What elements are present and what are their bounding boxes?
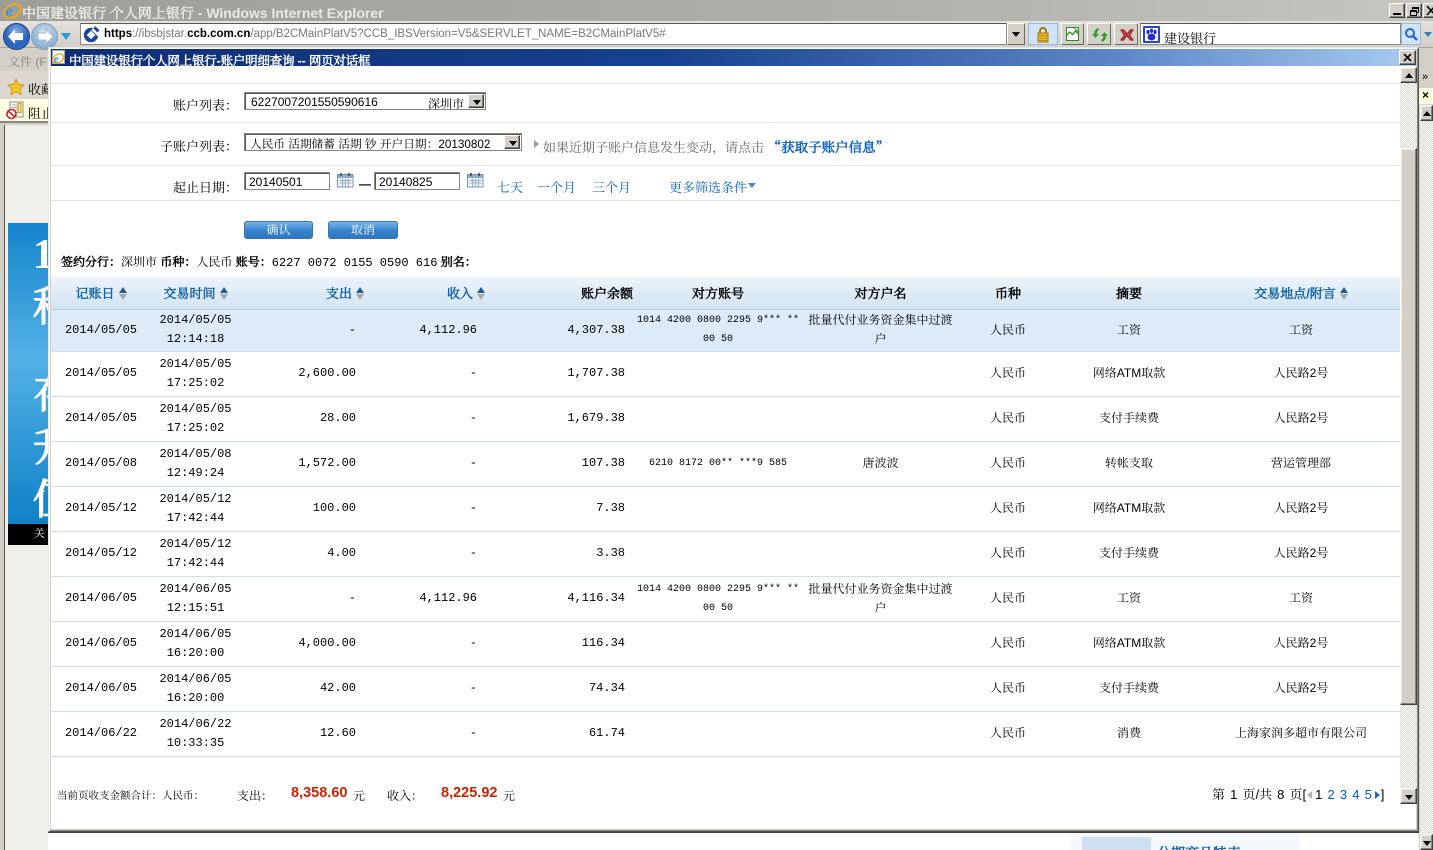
svg-text:e: e: [54, 52, 60, 66]
svg-text:e: e: [5, 2, 13, 21]
